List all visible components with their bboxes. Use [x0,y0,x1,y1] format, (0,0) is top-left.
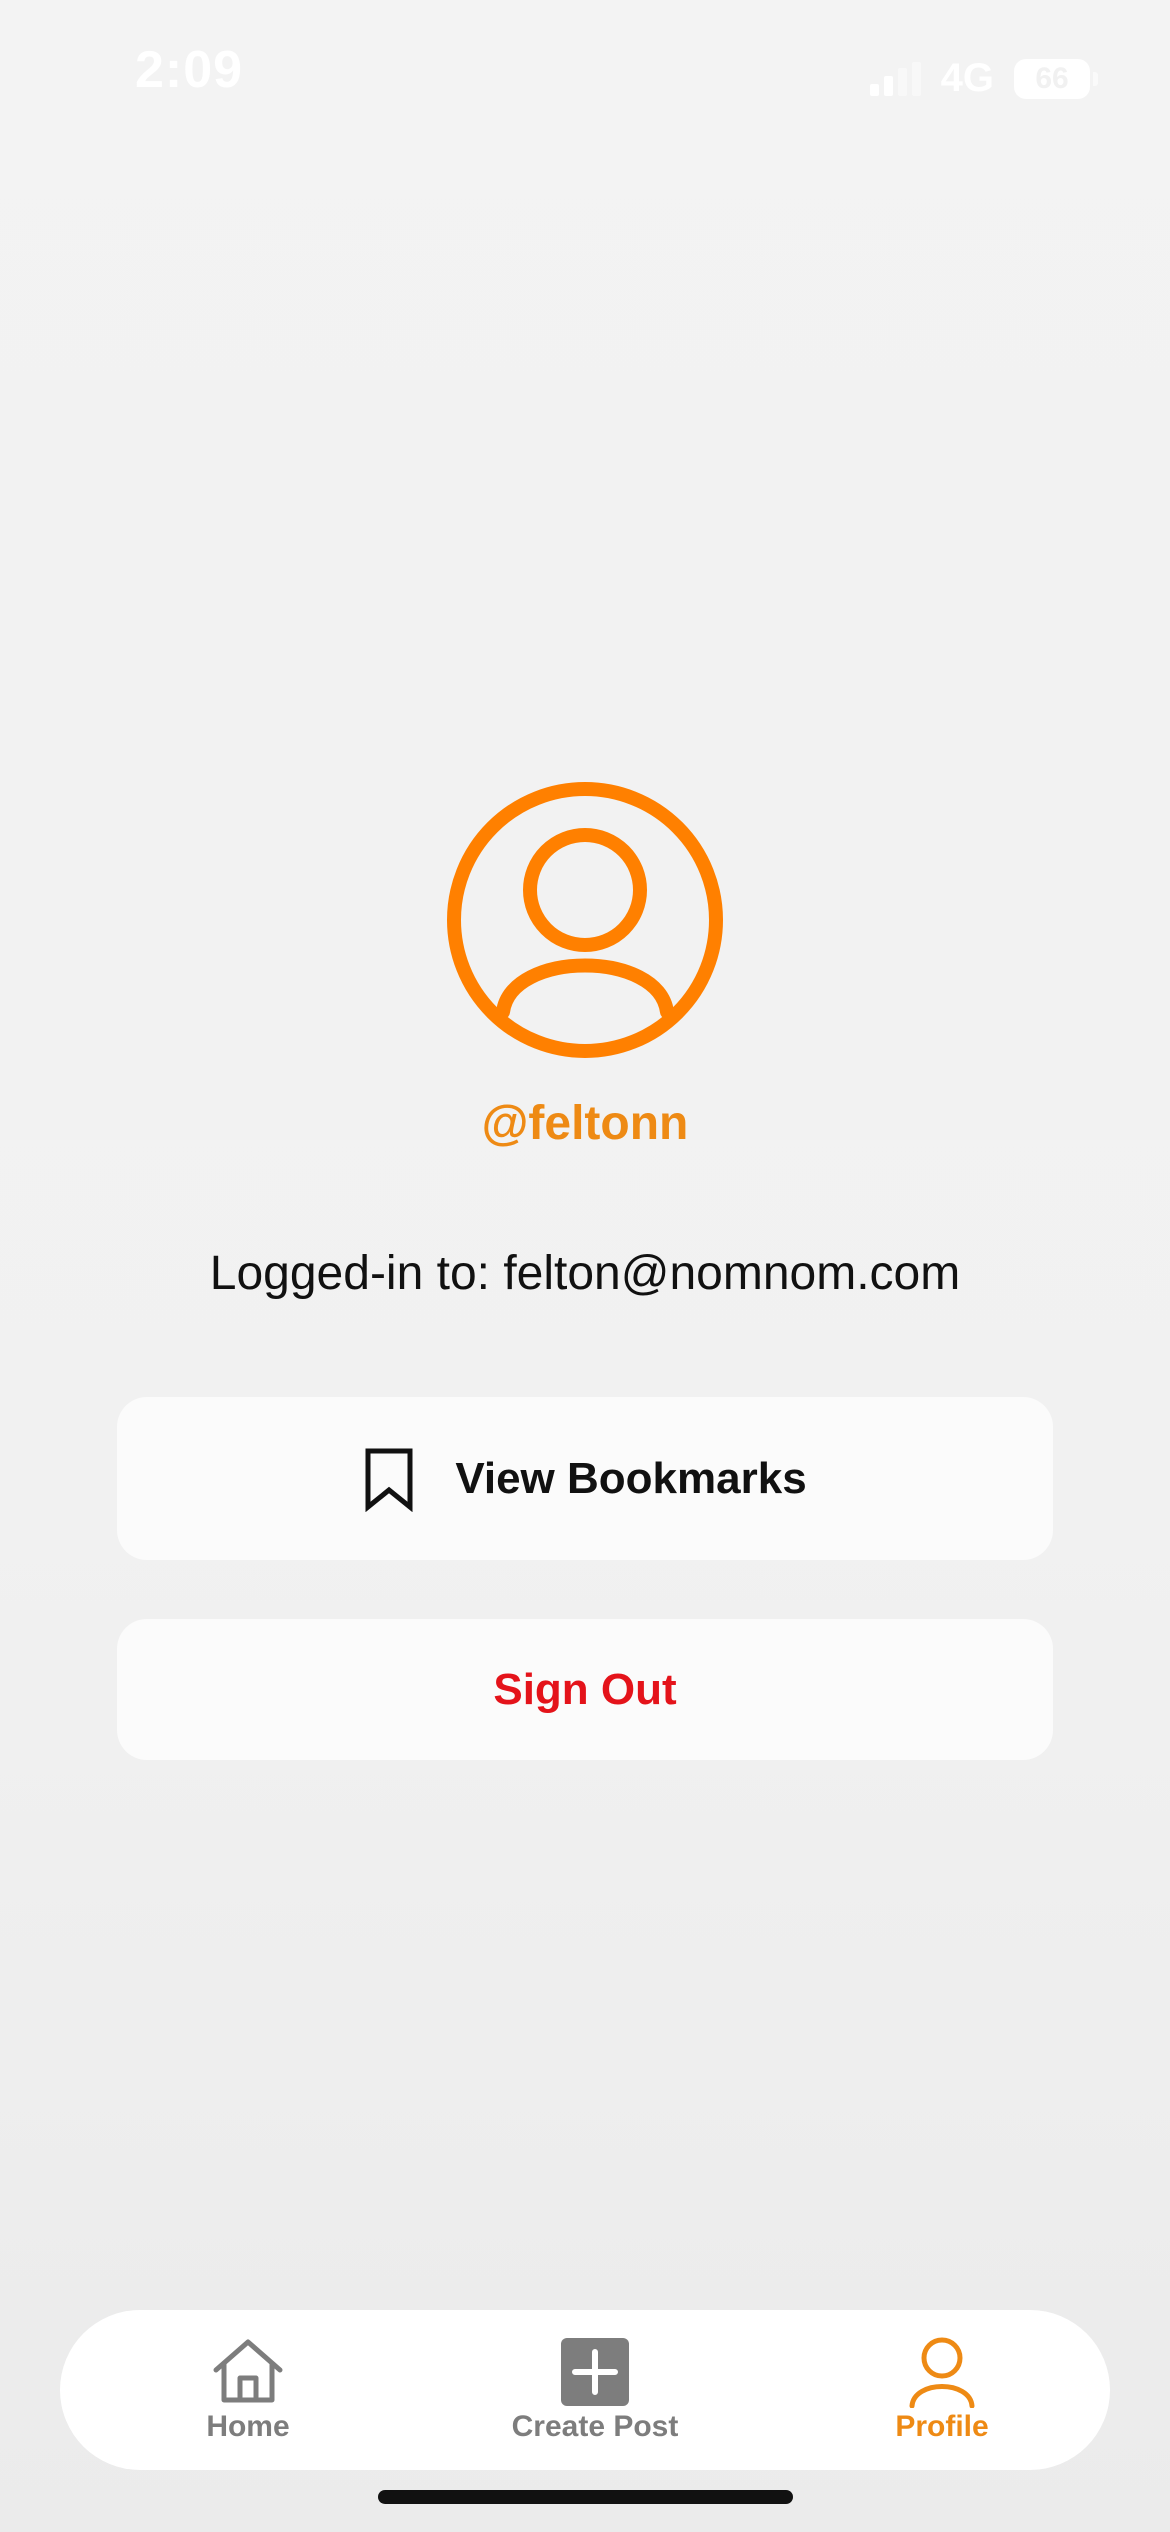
tab-profile-label: Profile [895,2410,989,2443]
tab-create-post-label: Create Post [511,2410,679,2443]
sign-out-button[interactable]: Sign Out [117,1619,1053,1760]
tab-create-post[interactable]: Create Post [495,2336,695,2444]
status-indicators: 4G 66 [869,56,1098,101]
username: @feltonn [481,1097,689,1150]
logged-in-email: Logged-in to: felton@nomnom.com [209,1247,961,1300]
view-bookmarks-button[interactable]: View Bookmarks [117,1397,1053,1560]
sign-out-label: Sign Out [493,1664,677,1714]
home-indicator[interactable] [378,2490,793,2504]
home-icon [213,2339,283,2403]
profile-screen: 2:09 4G 66 @feltonn Logged-in to: felton… [0,0,1170,2532]
profile-avatar-icon [447,782,723,1058]
view-bookmarks-label: View Bookmarks [455,1453,807,1503]
status-time: 2:09 [135,41,244,99]
battery-level: 66 [1035,61,1069,95]
battery-icon: 66 [1014,58,1098,99]
bookmark-icon [365,1448,413,1512]
tab-profile[interactable]: Profile [842,2336,1042,2444]
signal-strength-icon [869,61,921,96]
person-icon [909,2337,975,2408]
tab-bar: Home Create Post Profile [60,2310,1110,2470]
plus-square-icon [561,2338,629,2406]
network-type: 4G [940,56,994,100]
tab-home[interactable]: Home [148,2336,348,2444]
tab-home-label: Home [206,2410,290,2443]
status-bar: 2:09 4G 66 [0,0,1170,150]
